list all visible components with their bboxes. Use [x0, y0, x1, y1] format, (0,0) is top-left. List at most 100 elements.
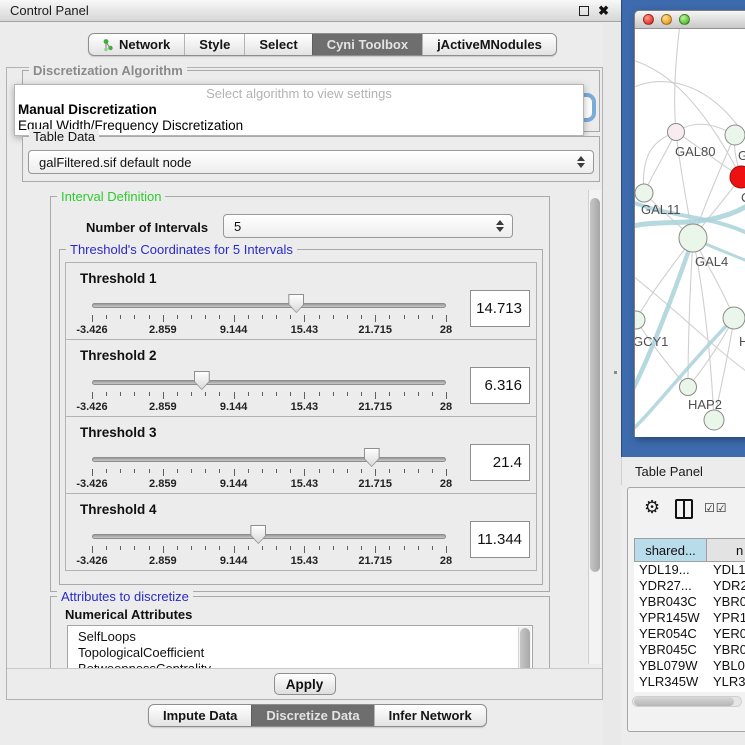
slider-track[interactable]	[92, 534, 446, 539]
attribute-item[interactable]: TopologicalCoefficient	[78, 645, 532, 661]
axis-tick	[234, 392, 235, 399]
split-columns-icon[interactable]	[675, 499, 693, 519]
bottom-tab-infer-network[interactable]: Infer Network	[374, 705, 486, 726]
attributes-listbox[interactable]: SelfLoopsTopologicalCoefficientBetweenne…	[67, 625, 533, 668]
axis-tick	[361, 546, 362, 550]
splitter-handle[interactable]	[614, 371, 617, 374]
slider-thumb[interactable]	[288, 294, 304, 313]
axis-tick	[248, 315, 249, 319]
attributes-group-label: Attributes to discretize	[57, 589, 193, 604]
combo-spinner-icon[interactable]	[576, 156, 585, 168]
axis-tick	[389, 315, 390, 319]
dropdown-option[interactable]: Equal Width/Frequency Discretization	[15, 118, 583, 134]
axis-tick	[304, 469, 305, 476]
table-row[interactable]: YIL053CYIL0	[634, 690, 745, 692]
threshold-value-field[interactable]: 14.713	[470, 290, 530, 327]
control-panel-titlebar: Control Panel ✖	[0, 0, 621, 22]
network-node[interactable]	[635, 311, 645, 329]
slider-track[interactable]	[92, 380, 446, 385]
network-node[interactable]	[680, 379, 697, 396]
axis-tick	[163, 469, 164, 476]
attribute-item[interactable]: SelfLoops	[78, 629, 532, 645]
network-window[interactable]: GAL80GACGAL11GAL4GCY1HHAP2	[634, 10, 745, 437]
checkbox-columns-icon[interactable]: ☑☑	[704, 501, 728, 515]
network-canvas[interactable]: GAL80GACGAL11GAL4GCY1HHAP2	[635, 29, 745, 437]
axis-tick-label: 9.144	[209, 324, 259, 336]
table-row[interactable]: YDL19...YDL1	[634, 562, 745, 578]
tab-style[interactable]: Style	[184, 34, 244, 55]
panel-scrollbar-thumb[interactable]	[590, 198, 600, 572]
dropdown-hint: Select algorithm to view settings	[15, 85, 583, 102]
axis-tick-label: 15.43	[279, 401, 329, 413]
slider-track[interactable]	[92, 303, 446, 308]
tab-select[interactable]: Select	[244, 34, 311, 55]
table-row[interactable]: YDR27...YDR2	[634, 578, 745, 594]
table-row[interactable]: YPR145WYPR1	[634, 610, 745, 626]
tab-label: Impute Data	[163, 708, 237, 723]
network-edge	[635, 59, 741, 177]
table-row[interactable]: YLR345WYLR3	[634, 674, 745, 690]
slider-thumb-face	[289, 295, 303, 312]
slider-thumb[interactable]	[364, 448, 380, 467]
slider-track[interactable]	[92, 457, 446, 462]
axis-tick	[219, 315, 220, 319]
axis-tick	[177, 392, 178, 396]
threshold-value-field[interactable]: 11.344	[470, 521, 530, 558]
table-row[interactable]: YBL079WYBL0	[634, 658, 745, 674]
table-data-combobox[interactable]: galFiltered.sif default node	[28, 150, 594, 174]
network-node[interactable]	[730, 166, 745, 188]
gear-icon[interactable]: ⚙	[644, 497, 660, 518]
axis-tick	[333, 546, 334, 550]
network-window-titlebar[interactable]	[635, 11, 745, 29]
slider-thumb[interactable]	[250, 525, 266, 544]
apply-button[interactable]: Apply	[274, 673, 336, 695]
tab-label: Select	[259, 37, 297, 52]
axis-tick	[290, 315, 291, 319]
table-row[interactable]: YBR045CYBR0	[634, 642, 745, 658]
settings-scroll-viewport: Interval Definition Number of Intervals …	[18, 188, 586, 668]
network-node[interactable]	[668, 124, 685, 141]
list-scrollbar-thumb[interactable]	[520, 628, 530, 668]
table-row[interactable]: YER054CYER0	[634, 626, 745, 642]
threshold-value-field[interactable]: 21.4	[470, 444, 530, 481]
combo-spinner-icon[interactable]	[495, 220, 504, 232]
tab-cyni-toolbox[interactable]: Cyni Toolbox	[312, 34, 422, 55]
tab-jactivemnodules[interactable]: jActiveMNodules	[422, 34, 556, 55]
close-icon[interactable]: ✖	[598, 3, 609, 19]
axis-tick-label: 28	[421, 401, 471, 413]
panel-scrollbar[interactable]	[588, 190, 601, 664]
dropdown-options: Manual DiscretizationEqual Width/Frequen…	[15, 102, 583, 134]
column-header-2[interactable]: n	[707, 538, 745, 562]
slider-thumb[interactable]	[194, 371, 210, 390]
network-node[interactable]	[704, 410, 724, 430]
axis-tick	[149, 392, 150, 396]
tab-network[interactable]: Network	[89, 34, 184, 55]
float-window-icon[interactable]	[579, 6, 589, 16]
minimize-traffic-light-icon[interactable]	[661, 14, 672, 25]
network-node[interactable]	[723, 307, 745, 329]
network-node[interactable]	[725, 125, 745, 145]
node-label: HAP2	[688, 397, 722, 412]
axis-tick	[149, 546, 150, 550]
table-cell: YDR27...	[634, 578, 707, 594]
table-scrollbar-thumb[interactable]	[634, 697, 734, 706]
bottom-tab-impute-data[interactable]: Impute Data	[149, 705, 251, 726]
number-of-intervals-combobox[interactable]: 5	[223, 214, 513, 238]
axis-tick	[361, 315, 362, 319]
close-traffic-light-icon[interactable]	[643, 14, 654, 25]
column-header-1[interactable]: shared...	[634, 538, 707, 562]
table-row[interactable]: YBR043CYBR0	[634, 594, 745, 610]
dropdown-option[interactable]: Manual Discretization	[15, 102, 583, 118]
axis-tick	[418, 546, 419, 550]
attribute-item[interactable]: BetweennessCentrality	[78, 661, 532, 668]
zoom-traffic-light-icon[interactable]	[679, 14, 690, 25]
bottom-tab-discretize-data[interactable]: Discretize Data	[251, 705, 373, 726]
list-scrollbar[interactable]	[518, 627, 531, 668]
network-node[interactable]	[635, 184, 653, 202]
table-horizontal-scrollbar[interactable]	[632, 696, 742, 707]
tab-label: Cyni Toolbox	[327, 37, 408, 52]
panel-splitter[interactable]	[603, 23, 621, 745]
network-node[interactable]	[679, 224, 707, 252]
threshold-value-field[interactable]: 6.316	[470, 367, 530, 404]
axis-tick	[446, 392, 447, 399]
